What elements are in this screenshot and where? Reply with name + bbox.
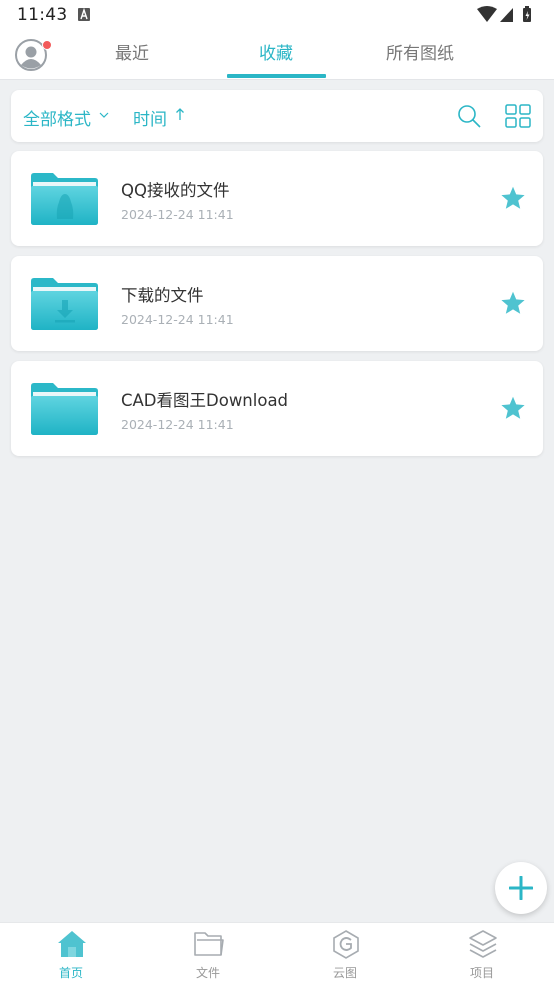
add-button[interactable]: [495, 862, 547, 914]
nav-label: 首页: [58, 966, 83, 980]
folder-icon: [31, 383, 98, 435]
nav-item-files[interactable]: 文件: [168, 923, 248, 984]
signal-icon: [500, 8, 513, 22]
layers-icon: [469, 930, 497, 958]
status-bar: 11:43: [0, 0, 554, 30]
list-item[interactable]: QQ接收的文件 2024-12-24 11:41: [11, 151, 543, 246]
sort-by-time-button[interactable]: 时间: [133, 105, 167, 130]
search-icon[interactable]: [457, 104, 481, 128]
plus-icon: [509, 876, 533, 900]
tab-all-drawings[interactable]: 所有图纸: [386, 39, 454, 64]
user-avatar[interactable]: [15, 39, 52, 71]
arrow-up-icon: [176, 108, 184, 120]
folder-outline-icon: [194, 932, 224, 956]
file-date: 2024-12-24 11:41: [121, 417, 234, 432]
folder-download-icon: [31, 278, 98, 330]
active-tab-indicator: [227, 74, 326, 78]
star-icon[interactable]: [500, 186, 526, 211]
bottom-nav: 首页 文件 云图 项目: [0, 922, 554, 984]
chevron-down-icon: [99, 112, 109, 118]
file-name: 下载的文件: [121, 286, 204, 305]
file-date: 2024-12-24 11:41: [121, 312, 234, 327]
wifi-icon: [477, 6, 497, 22]
notification-badge: [42, 40, 52, 50]
nav-label: 云图: [332, 966, 357, 980]
star-icon[interactable]: [500, 291, 526, 316]
filter-bar: 全部格式 时间: [11, 90, 543, 142]
format-filter-dropdown[interactable]: 全部格式: [23, 105, 91, 130]
file-date: 2024-12-24 11:41: [121, 207, 234, 222]
folder-qq-icon: [31, 173, 98, 225]
cloud-drawing-icon: [333, 930, 359, 959]
notification-a-icon: [78, 8, 90, 21]
nav-label: 文件: [195, 966, 220, 980]
file-name: CAD看图王Download: [121, 391, 289, 410]
list-item[interactable]: 下载的文件 2024-12-24 11:41: [11, 256, 543, 351]
status-time: 11:43: [17, 5, 68, 25]
tab-favorites[interactable]: 收藏: [259, 39, 293, 64]
top-tab-bar: 最近 收藏 所有图纸: [0, 30, 554, 80]
nav-item-cloud[interactable]: 云图: [305, 923, 385, 984]
file-name: QQ接收的文件: [121, 181, 230, 200]
nav-label: 项目: [469, 966, 494, 980]
system-status-icons: [477, 6, 531, 22]
nav-item-home[interactable]: 首页: [31, 923, 111, 984]
home-icon: [58, 931, 86, 957]
star-icon[interactable]: [500, 396, 526, 421]
tab-recent[interactable]: 最近: [115, 39, 149, 64]
nav-item-projects[interactable]: 项目: [442, 923, 522, 984]
list-item[interactable]: CAD看图王Download 2024-12-24 11:41: [11, 361, 543, 456]
grid-view-icon[interactable]: [505, 104, 531, 128]
